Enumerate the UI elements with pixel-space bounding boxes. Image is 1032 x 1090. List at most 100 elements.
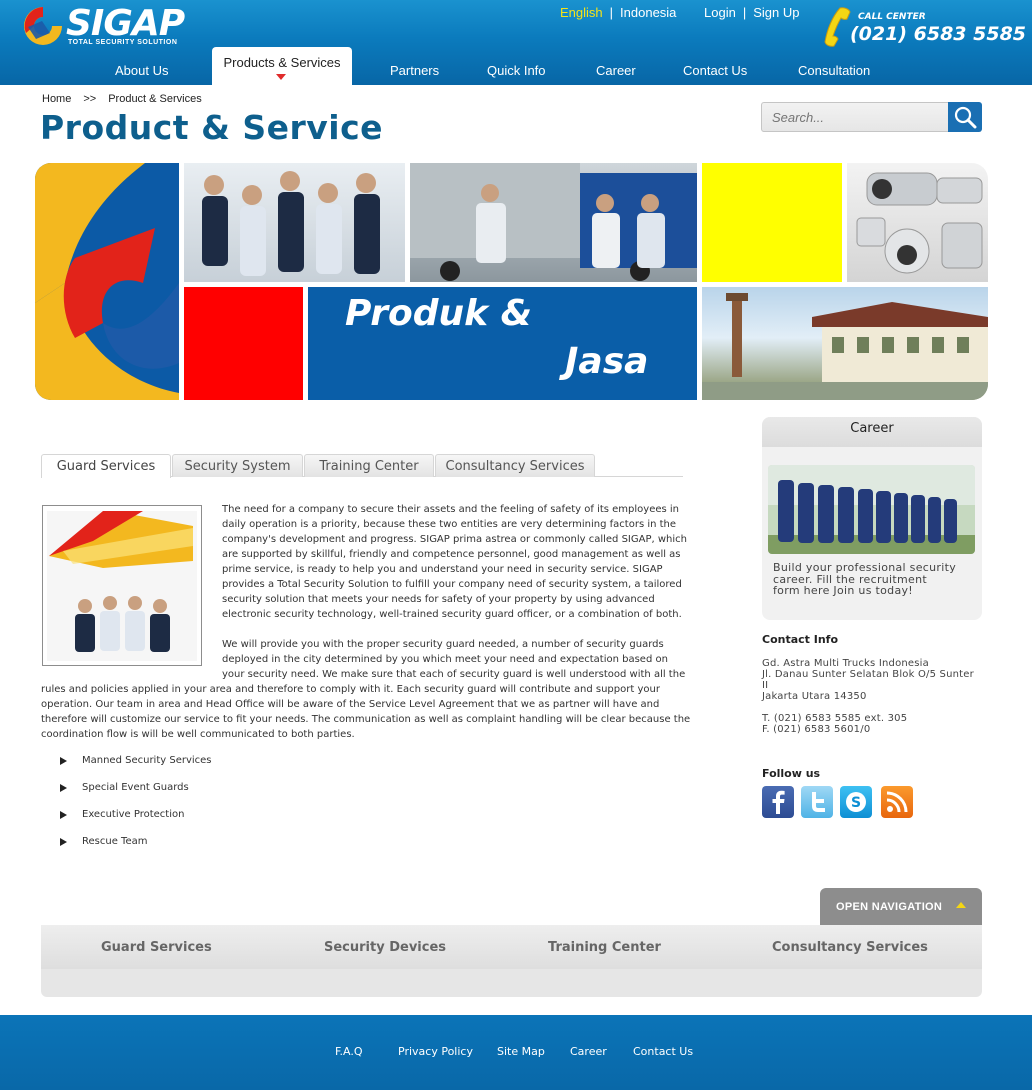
tab-guard-services[interactable]: Guard Services [41, 454, 171, 478]
office-building-image [702, 293, 988, 400]
nav-consultation[interactable]: Consultation [798, 63, 870, 78]
nav-products-services[interactable]: Products & Services [212, 47, 352, 85]
banner-cameras-photo [847, 163, 988, 282]
paragraph-line: provides a Total Security Solution to fu… [222, 579, 682, 590]
intro-paragraph: The need for a company to secure their a… [222, 502, 687, 622]
site-footer: F.A.Q Privacy Policy Site Map Career Con… [0, 1015, 1032, 1090]
paragraph-line: deployed in the city determined by you w… [222, 654, 668, 665]
address-line: Jl. Danau Sunter Selatan Blok O/5 Sunter [762, 669, 974, 680]
paragraph-line: therefore will customize our service to … [41, 714, 691, 725]
nav-about-us[interactable]: About Us [115, 63, 168, 78]
twitter-icon[interactable] [801, 786, 833, 818]
bullet-arrow-icon [60, 757, 67, 765]
site-header: SIGAP TOTAL SECURITY SOLUTION English | In… [0, 0, 1032, 85]
open-navigation-label: OPEN NAVIGATION [836, 901, 943, 913]
lang-separator: | [609, 5, 614, 20]
guards-line-image [768, 465, 975, 554]
paragraph-line: The need for a company to secure their a… [222, 504, 680, 515]
rss-icon[interactable] [881, 786, 913, 818]
bottom-nav-consultancy-services[interactable]: Consultancy Services [772, 940, 928, 955]
bottom-nav-guard-services[interactable]: Guard Services [101, 940, 212, 955]
paragraph-line: coordination flow is will be well commun… [41, 729, 355, 740]
footer-link-privacy-policy[interactable]: Privacy Policy [398, 1045, 473, 1058]
search-button[interactable] [948, 102, 982, 132]
search-icon [954, 106, 977, 129]
paragraph-line: your security need. We make sure that ea… [222, 669, 686, 680]
paragraph-line: company's development and progress. SIGA… [222, 534, 687, 545]
paragraph-line: are supported by skillful, friendly and … [222, 549, 681, 560]
bottom-nav-security-devices[interactable]: Security Devices [324, 940, 446, 955]
bullet-arrow-icon [60, 811, 67, 819]
nav-partners[interactable]: Partners [390, 63, 439, 78]
facebook-icon[interactable] [762, 786, 794, 818]
twitter-glyph [812, 792, 825, 812]
lang-indonesia[interactable]: Indonesia [620, 5, 676, 20]
contact-address: Gd. Astra Multi Trucks Indonesia Jl. Dan… [762, 658, 984, 702]
open-navigation-toggle[interactable]: OPEN NAVIGATION [820, 888, 982, 925]
tab-security-system[interactable]: Security System [172, 454, 303, 477]
banner-logo-mark-icon [35, 163, 179, 400]
banner-red-block [184, 287, 303, 400]
service-tabs: Guard Services Security System Training … [41, 453, 683, 478]
callcenter-number[interactable]: (021) 6583 5585 [850, 23, 1026, 45]
site-logo[interactable]: SIGAP TOTAL SECURITY SOLUTION [22, 3, 207, 49]
banner-truck-photo [410, 163, 697, 282]
bottom-nav-training-center[interactable]: Training Center [548, 940, 661, 955]
footer-link-career[interactable]: Career [570, 1045, 607, 1058]
search-input[interactable] [761, 102, 949, 132]
caption-line: Build your professional security [773, 561, 957, 574]
paragraph-line: We will provide you with the proper secu… [222, 639, 664, 650]
list-item-label: Rescue Team [82, 836, 148, 847]
second-paragraph-indented: We will provide you with the proper secu… [222, 637, 687, 682]
caret-up-icon [956, 902, 966, 908]
caption-line: form here Join us today! [773, 584, 914, 597]
nav-career[interactable]: Career [596, 63, 636, 78]
career-widget[interactable]: Career Build your professional security … [762, 417, 982, 620]
signup-link[interactable]: Sign Up [753, 5, 799, 20]
callcenter-label: CALL CENTER [858, 12, 926, 22]
paragraph-line: electronic security technology, well-tra… [222, 609, 682, 620]
lang-english[interactable]: English [560, 5, 603, 20]
breadcrumb-home[interactable]: Home [42, 93, 71, 105]
second-paragraph-full: rules and policies applied in your area … [41, 682, 691, 742]
bullet-arrow-icon [60, 784, 67, 792]
skype-icon[interactable]: S [840, 786, 872, 818]
cctv-cameras-image [856, 172, 983, 274]
banner-title-line2: Jasa [565, 341, 649, 382]
paragraph-line: daily operation is a priority, because t… [222, 519, 677, 530]
facebook-glyph [772, 790, 785, 814]
career-widget-title: Career [762, 417, 982, 447]
banner-guards-photo [184, 163, 405, 282]
tab-training-center[interactable]: Training Center [304, 454, 434, 477]
truck-inspection-image [410, 163, 697, 281]
paragraph-line: security solution that meets your needs … [222, 594, 655, 605]
logo-tagline: TOTAL SECURITY SOLUTION [68, 39, 178, 46]
footer-link-contact-us[interactable]: Contact Us [633, 1045, 693, 1058]
hero-banner: Produk & Jasa [35, 163, 988, 400]
banner-yellow-block [702, 163, 842, 282]
main-navigation: About Us Products & Services Partners Qu… [0, 47, 1032, 85]
nav-quick-info[interactable]: Quick Info [487, 63, 546, 78]
contact-fax: F. (021) 6583 5601/0 [762, 724, 871, 735]
rss-glyph [886, 791, 908, 813]
tab-consultancy-services[interactable]: Consultancy Services [435, 454, 595, 477]
address-line: II [762, 680, 769, 691]
footer-link-faq[interactable]: F.A.Q [335, 1045, 363, 1058]
paragraph-line: prime service, is ready to help you and … [222, 564, 663, 575]
guard-services-image [42, 505, 202, 666]
logo-mark-icon [24, 7, 62, 45]
login-link[interactable]: Login [704, 5, 736, 20]
banner-title-line1: Produk & [345, 293, 533, 334]
list-item-label: Manned Security Services [82, 755, 212, 766]
nav-contact-us[interactable]: Contact Us [683, 63, 747, 78]
contact-phone: T. (021) 6583 5585 ext. 305 [762, 713, 908, 724]
banner-building-photo [702, 287, 988, 400]
breadcrumb-separator: >> [83, 93, 97, 105]
breadcrumb-current: Product & Services [108, 93, 202, 105]
paragraph-line: rules and policies applied in your area … [41, 684, 660, 695]
footer-link-site-map[interactable]: Site Map [497, 1045, 545, 1058]
paragraph-line: operation. Our team in area and Head Off… [41, 699, 660, 710]
list-item-label: Special Event Guards [82, 782, 189, 793]
svg-text:S: S [851, 795, 861, 811]
contact-info-title: Contact Info [762, 633, 839, 646]
